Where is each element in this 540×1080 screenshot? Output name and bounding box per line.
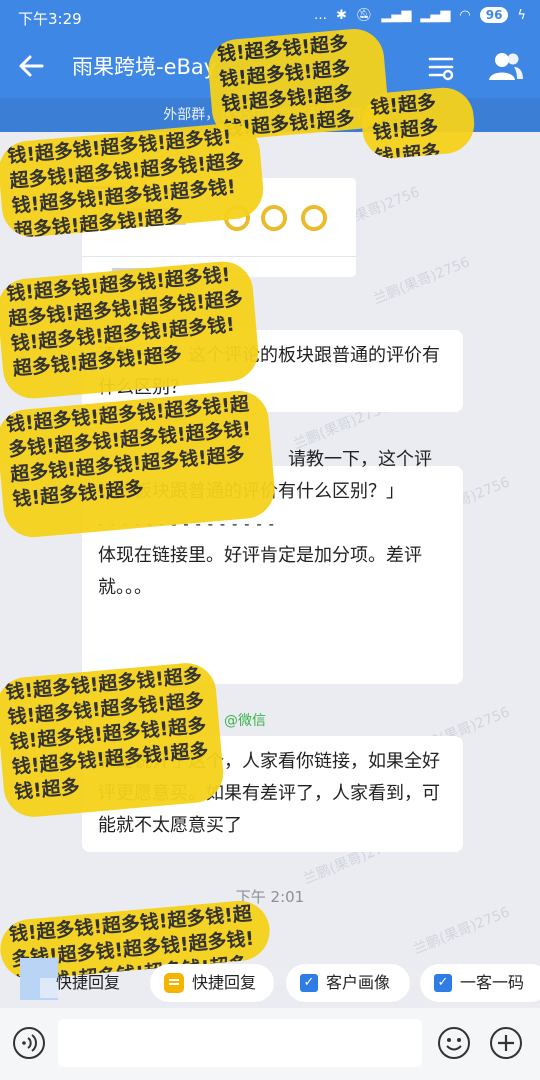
quick-reply-icon bbox=[164, 973, 184, 993]
one-customer-code-chip[interactable]: ✓ 一客一码 bbox=[420, 964, 540, 1002]
message-input-bar bbox=[0, 1008, 540, 1080]
sender-source-tag: @微信 bbox=[224, 713, 266, 729]
group-members-icon[interactable] bbox=[488, 50, 524, 82]
notification-dots: … bbox=[313, 7, 327, 23]
more-actions-plus-icon[interactable] bbox=[489, 1026, 523, 1060]
watermark-text: 兰鹏(果哥)2756 bbox=[411, 904, 513, 958]
quick-reply-label: 快捷回复 bbox=[192, 973, 257, 992]
status-time: 下午3:29 bbox=[18, 10, 82, 28]
status-bar: 下午3:29 … ✱ 🔕︎ ▂▄▆ ▂▄▆ ◠ 96 ϟ bbox=[0, 0, 540, 34]
back-arrow-icon[interactable] bbox=[16, 48, 48, 84]
customer-portrait-chip[interactable]: ✓ 客户画像 bbox=[286, 964, 410, 1002]
quick-action-bar: 快捷回复 快捷回复 ✓ 客户画像 ✓ 一客一码 bbox=[0, 958, 540, 1008]
signal-icon: ▂▄▆ bbox=[381, 7, 412, 23]
wifi-icon: ◠ bbox=[459, 7, 471, 23]
redaction-mark: 钱!超多钱!超多钱!超多钱!超多钱!超多钱!超多钱!超多钱!超多钱!超多钱!超多… bbox=[0, 388, 278, 540]
checkbox-icon: ✓ bbox=[434, 974, 452, 992]
message-input[interactable] bbox=[58, 1019, 422, 1067]
group-settings-icon[interactable] bbox=[426, 52, 456, 82]
redaction-mark: 钱!超多钱!超多钱!超多钱!超多钱!超多钱!超多钱!超多钱!超多钱!超多钱!超多… bbox=[359, 85, 477, 161]
emoji-icon[interactable] bbox=[437, 1026, 471, 1060]
quick-reply-chip-1[interactable]: 快捷回复 bbox=[36, 964, 140, 1002]
one-customer-code-label: 一客一码 bbox=[460, 973, 525, 992]
chat-title: 雨果跨境-eBay bbox=[72, 55, 217, 79]
quick-reply-label: 快捷回复 bbox=[56, 973, 121, 992]
watermark-text: 兰鹏(果哥)2756 bbox=[371, 254, 473, 308]
redaction-mark: 钱!超多钱!超多钱!超多钱!超多钱!超多钱!超多钱!超多钱!超多钱!超多钱!超多… bbox=[0, 259, 261, 401]
redaction-mark: 钱!超多钱!超多钱!超多钱!超多钱!超多钱!超多钱!超多钱!超多钱!超多钱!超多… bbox=[0, 660, 226, 820]
status-icons: … ✱ 🔕︎ ▂▄▆ ▂▄▆ ◠ 96 ϟ bbox=[314, 7, 526, 23]
customer-portrait-label: 客户画像 bbox=[326, 973, 391, 992]
battery-indicator: 96 bbox=[479, 7, 509, 23]
voice-input-icon[interactable] bbox=[12, 1026, 46, 1060]
message-timestamp: 下午 2:01 bbox=[235, 888, 305, 906]
quick-reply-chip[interactable]: 快捷回复 bbox=[150, 964, 274, 1002]
bluetooth-icon: ✱ bbox=[335, 7, 347, 23]
signal-icon-2: ▂▄▆ bbox=[420, 7, 451, 23]
reply-text: 体现在链接里。好评肯定是加分项。差评就。。。 bbox=[98, 545, 422, 598]
charging-icon: ϟ bbox=[517, 7, 526, 23]
mute-icon: 🔕︎ bbox=[355, 7, 373, 23]
checkbox-icon: ✓ bbox=[300, 974, 318, 992]
